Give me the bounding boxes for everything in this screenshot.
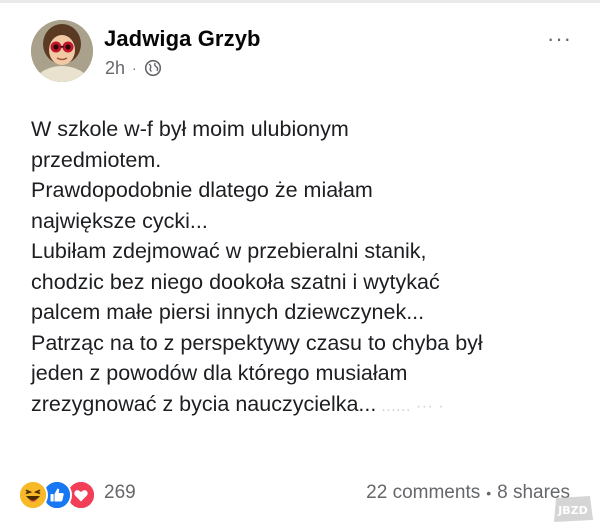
engagement-stats: 22 comments • 8 shares [366,482,570,504]
top-strip [0,0,600,3]
globe-icon[interactable] [144,59,162,77]
post-line: Lubiłam zdejmować w przebieralni stanik, [31,239,427,263]
post-meta: 2h · [105,57,162,79]
faded-text-decoration: ...... ··· · [376,397,445,415]
post-line: największe cycki... [31,208,208,233]
meta-separator: · [132,60,137,76]
post-time[interactable]: 2h [105,58,125,79]
post-line: Patrząc na to z perspektywy czasu to chy… [31,330,483,355]
comments-count[interactable]: 22 comments [366,482,480,504]
jbzd-watermark-logo: JBZD [550,494,596,524]
post-line: palcem małe piersi innych dziewczynek... [31,300,425,324]
post-line: Prawdopodobnie dlatego że miałam [31,178,373,202]
post-header: Jadwiga Grzyb 2h · ··· [31,20,580,84]
post-line: przedmiotem. [31,147,162,172]
post-line-text: zrezygnować z bycia nauczycielka... [31,391,377,416]
avatar[interactable] [31,20,93,82]
more-options-icon[interactable]: ··· [547,28,572,50]
reaction-count[interactable]: 269 [104,482,136,504]
post-line: W szkole w-f był moim ulubionym [31,117,349,141]
svg-text:JBZD: JBZD [557,504,588,517]
avatar-image [31,20,93,82]
post-text: W szkole w-f był moim ulubionym przedmio… [31,114,591,422]
author-name[interactable]: Jadwiga Grzyb [104,26,261,52]
post-line-last: zrezygnować z bycia nauczycielka... ....… [31,389,591,423]
reaction-icons[interactable] [18,480,96,510]
reactions-bar: 269 22 comments • 8 shares [18,478,588,510]
post-line: chodzic bez niego dookoła szatni i wytyk… [31,269,440,294]
stats-separator: • [486,485,492,501]
haha-reaction-icon [18,480,48,510]
post-line: jeden z powodów dla którego musiałam [31,361,408,385]
